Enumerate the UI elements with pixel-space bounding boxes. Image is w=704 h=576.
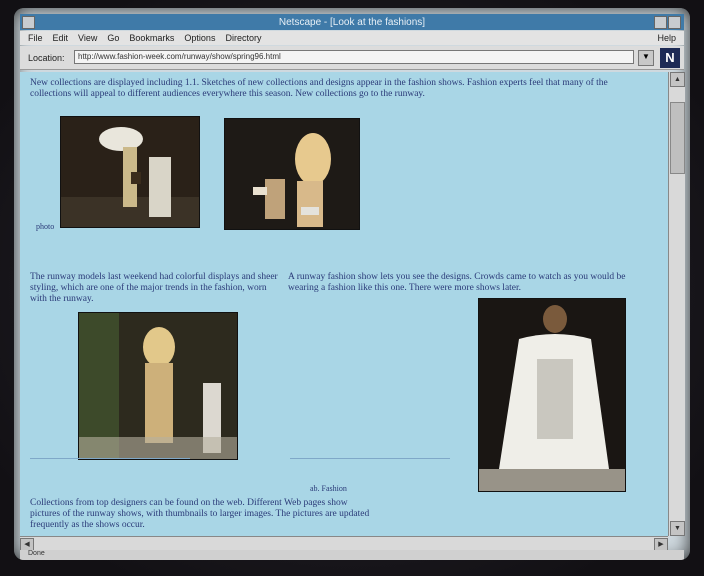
menu-directory[interactable]: Directory [225, 33, 261, 43]
runway-photo-3[interactable] [78, 312, 238, 460]
bottom-paragraph: Collections from top designers can be fo… [30, 498, 370, 530]
menu-options[interactable]: Options [184, 33, 215, 43]
url-dropdown-icon[interactable]: ▼ [638, 50, 654, 66]
browser-window: Netscape - [Look at the fashions] File E… [14, 8, 690, 560]
location-label: Location: [28, 53, 65, 63]
location-bar: Location: http://www.fashion-week.com/ru… [20, 46, 684, 70]
url-field[interactable]: http://www.fashion-week.com/runway/show/… [74, 50, 634, 64]
scroll-down-icon[interactable]: ▼ [670, 521, 685, 536]
menu-file[interactable]: File [28, 33, 43, 43]
menu-view[interactable]: View [78, 33, 97, 43]
menu-help[interactable]: Help [657, 33, 676, 43]
window-title: Netscape - [Look at the fashions] [278, 16, 426, 28]
scroll-thumb[interactable] [670, 102, 685, 174]
menu-bar: File Edit View Go Bookmarks Options Dire… [20, 31, 684, 45]
status-text: Done [28, 550, 45, 557]
scroll-up-icon[interactable]: ▲ [670, 72, 685, 87]
maximize-button[interactable] [668, 16, 681, 29]
runway-photo-1[interactable] [60, 116, 200, 228]
intro-paragraph: New collections are displayed including … [30, 78, 608, 99]
vertical-scrollbar[interactable]: ▲ ▼ [668, 72, 685, 536]
bottom-label: ab. Fashion [310, 484, 347, 493]
menu-bookmarks[interactable]: Bookmarks [129, 33, 174, 43]
menu-go[interactable]: Go [107, 33, 119, 43]
horizontal-scrollbar[interactable]: ◀ ▶ [20, 536, 668, 551]
divider-line [30, 458, 190, 459]
right-paragraph: A runway fashion show lets you see the d… [288, 272, 626, 293]
status-bar: Done [20, 550, 684, 560]
runway-photo-2[interactable] [224, 118, 360, 230]
netscape-logo[interactable]: N [660, 48, 680, 68]
minimize-button[interactable] [654, 16, 667, 29]
runway-photo-4[interactable] [478, 298, 626, 492]
menu-edit[interactable]: Edit [53, 33, 69, 43]
photo-caption: photo [36, 222, 55, 231]
title-bar: Netscape - [Look at the fashions] [20, 14, 684, 30]
left-paragraph: The runway models last weekend had color… [30, 272, 278, 304]
page-content: New collections are displayed including … [20, 72, 668, 536]
divider-line [290, 458, 450, 459]
system-menu-icon[interactable] [22, 16, 35, 29]
